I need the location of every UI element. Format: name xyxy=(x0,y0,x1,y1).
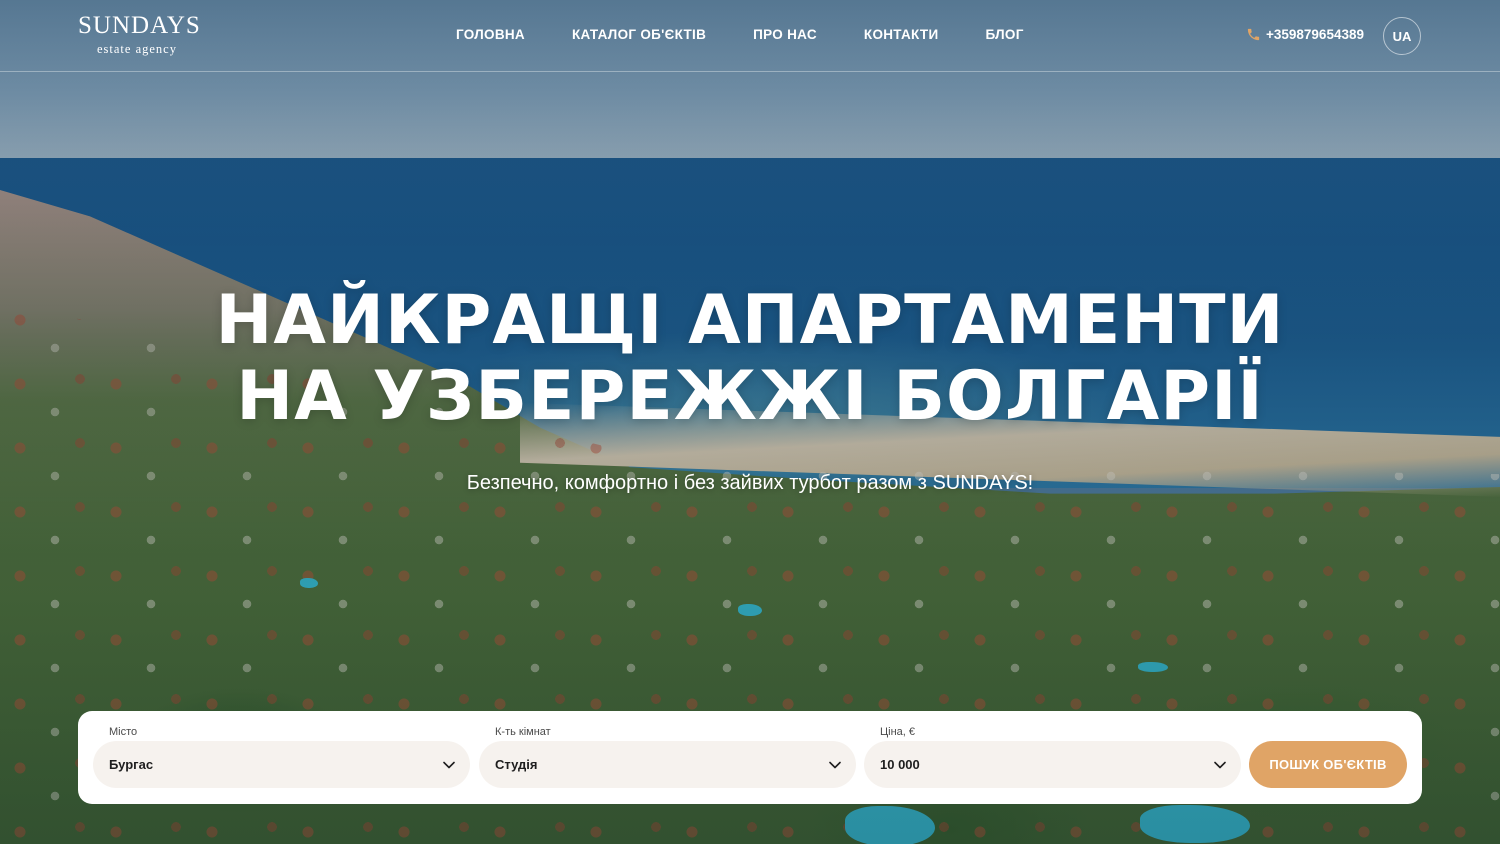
price-value: 10 000 xyxy=(880,757,920,772)
city-select[interactable]: Бургас xyxy=(93,741,470,788)
chevron-down-icon xyxy=(829,761,841,768)
hero-subtitle: Безпечно, комфортно і без зайвих турбот … xyxy=(466,472,1034,494)
site-header: SUNDAYS estate agency ГОЛОВНА КАТАЛОГ ОБ… xyxy=(0,0,1500,72)
phone-link[interactable]: +359879654389 xyxy=(1246,27,1364,42)
brand-name: SUNDAYS xyxy=(78,12,201,39)
city-value: Бургас xyxy=(109,757,154,772)
nav-item-catalog[interactable]: КАТАЛОГ ОБ'ЄКТІВ xyxy=(572,27,706,42)
nav-item-home[interactable]: ГОЛОВНА xyxy=(456,27,525,42)
chevron-down-icon xyxy=(1214,761,1226,768)
search-properties-button[interactable]: ПОШУК ОБ'ЄКТІВ xyxy=(1249,741,1407,788)
price-label: Ціна, € xyxy=(880,726,916,738)
hero-title-line-1: НАЙКРАЩІ АПАРТАМЕНТИ xyxy=(215,281,1285,360)
rooms-label: К-ть кімнат xyxy=(495,726,551,738)
hero-title: НАЙКРАЩІ АПАРТАМЕНТИ НА УЗБЕРЕЖЖІ БОЛГАР… xyxy=(0,283,1500,435)
property-search-panel: Місто Бургас К-ть кімнат Студія Ціна, € … xyxy=(78,711,1422,804)
city-label: Місто xyxy=(109,726,138,738)
nav-item-blog[interactable]: БЛОГ xyxy=(985,27,1023,42)
nav-item-contacts[interactable]: КОНТАКТИ xyxy=(864,27,939,42)
language-switcher[interactable]: UA xyxy=(1383,17,1421,55)
main-nav: ГОЛОВНА КАТАЛОГ ОБ'ЄКТІВ ПРО НАС КОНТАКТ… xyxy=(456,27,1024,42)
nav-item-about[interactable]: ПРО НАС xyxy=(753,27,817,42)
phone-icon xyxy=(1247,28,1260,41)
rooms-select[interactable]: Студія xyxy=(479,741,856,788)
brand-logo[interactable]: SUNDAYS estate agency xyxy=(78,12,201,57)
brand-tagline: estate agency xyxy=(97,42,177,56)
rooms-value: Студія xyxy=(495,757,538,772)
price-select[interactable]: 10 000 xyxy=(864,741,1241,788)
hero-title-line-2: НА УЗБЕРЕЖЖІ БОЛГАРІЇ xyxy=(236,357,1264,436)
phone-number: +359879654389 xyxy=(1266,27,1364,42)
chevron-down-icon xyxy=(443,761,455,768)
